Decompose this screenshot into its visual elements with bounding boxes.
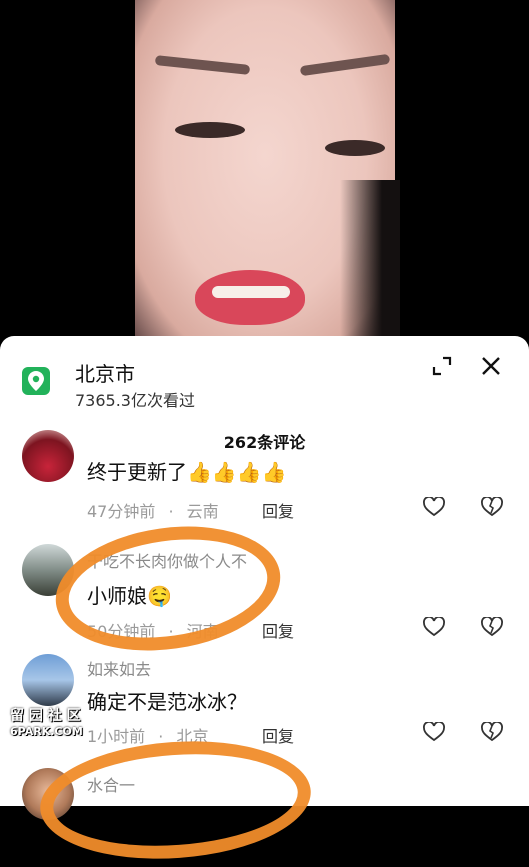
comment-username[interactable]: 如来如去 — [87, 656, 151, 680]
location-pin-icon — [22, 367, 50, 395]
reply-button[interactable]: 回复 — [262, 498, 294, 522]
video-detail — [175, 122, 245, 138]
heart-icon[interactable] — [423, 496, 445, 517]
broken-heart-icon[interactable] — [481, 496, 503, 517]
comment-text: 终于更新了👍👍👍👍 — [87, 456, 287, 485]
watermark: 留 园 社 区 6PARK.COM — [10, 705, 83, 738]
watermark-line2: 6PARK.COM — [10, 725, 83, 738]
watermark-line1: 留 园 社 区 — [10, 708, 81, 724]
video-detail — [299, 53, 391, 77]
comment-text: 确定不是范冰冰？ — [87, 690, 247, 714]
location-title[interactable]: 北京市 — [75, 358, 135, 387]
comment-time: 47分钟前 — [87, 502, 156, 521]
video-detail — [340, 180, 400, 350]
location-views: 7365.3亿次看过 — [75, 391, 195, 410]
broken-heart-icon[interactable] — [481, 616, 503, 637]
comment-region: 云南 — [186, 502, 219, 521]
comment-count: 262条评论 — [223, 433, 306, 452]
comment-time: 1小时前 — [87, 727, 146, 746]
expand-icon[interactable] — [432, 356, 452, 376]
reply-button[interactable]: 回复 — [262, 618, 294, 642]
video-player[interactable] — [0, 0, 529, 350]
thumbs-up-emoji: 👍👍👍👍 — [187, 460, 287, 484]
avatar[interactable] — [22, 430, 74, 482]
video-detail — [325, 140, 385, 156]
video-detail — [154, 55, 251, 75]
reply-button[interactable]: 回复 — [262, 723, 294, 747]
avatar[interactable] — [22, 654, 74, 706]
close-icon[interactable] — [480, 355, 502, 377]
comment-body: 终于更新了 — [87, 460, 187, 484]
broken-heart-icon[interactable] — [481, 721, 503, 742]
comment-meta: 47分钟前 · 云南 — [87, 498, 219, 522]
video-detail — [212, 286, 290, 298]
separator: · — [168, 502, 174, 521]
heart-icon[interactable] — [423, 616, 445, 637]
heart-icon[interactable] — [423, 721, 445, 742]
